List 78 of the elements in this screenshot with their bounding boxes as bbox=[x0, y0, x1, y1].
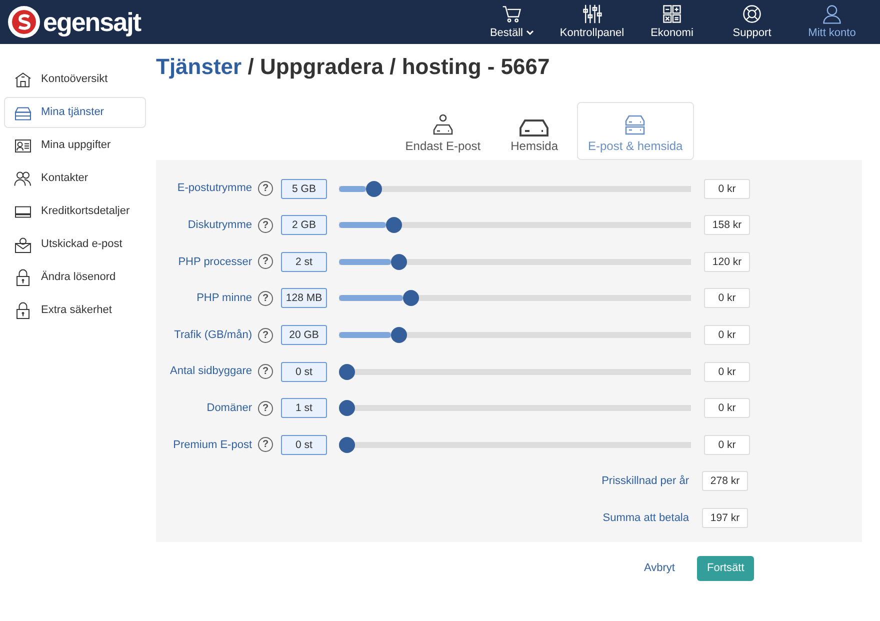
slider-thumb[interactable] bbox=[391, 327, 408, 344]
help-icon: ? bbox=[258, 400, 273, 416]
help-icon: ? bbox=[258, 254, 273, 270]
user-icon bbox=[821, 2, 843, 24]
field-label: Antal sidbyggare bbox=[169, 364, 252, 380]
value-box: 5 GB bbox=[281, 178, 327, 199]
total-label: Summa att betala bbox=[602, 510, 689, 526]
field-label: PHP minne bbox=[196, 291, 252, 306]
sidebar-item[interactable]: Kontakter bbox=[4, 163, 146, 194]
house-icon bbox=[14, 70, 32, 88]
sidebar-item[interactable]: Mina uppgifter bbox=[4, 130, 146, 161]
slider-thumb[interactable] bbox=[391, 254, 408, 270]
slider-thumb[interactable] bbox=[339, 436, 355, 453]
sidebar-item[interactable]: Utskickad e-post bbox=[4, 229, 146, 260]
logo-icon bbox=[8, 6, 40, 38]
breadcrumb-text: Uppgradera bbox=[260, 54, 384, 79]
price-box: 0 kr bbox=[704, 325, 750, 346]
value-box: 0 st bbox=[281, 434, 327, 455]
field-label: Premium E-post bbox=[172, 438, 252, 453]
total-box: 197 kr bbox=[702, 508, 748, 528]
nav-item[interactable]: Mitt konto bbox=[792, 0, 872, 44]
price-box: 120 kr bbox=[704, 252, 750, 272]
field-label: Diskutrymme bbox=[186, 218, 252, 234]
logo-text: egensajt bbox=[43, 9, 140, 35]
price-box: 0 kr bbox=[704, 178, 750, 199]
field-label: Trafik (GB/mån) bbox=[173, 328, 252, 343]
sidebar-item[interactable]: Mina tjänster bbox=[4, 97, 146, 128]
device-icon bbox=[519, 119, 550, 138]
value-box: 2 st bbox=[281, 252, 327, 272]
help-icon: ? bbox=[258, 218, 273, 233]
people-icon bbox=[14, 170, 32, 188]
help-icon: ? bbox=[258, 181, 273, 196]
help-icon: ? bbox=[258, 437, 273, 452]
nav-item[interactable]: Beställ bbox=[472, 0, 552, 44]
price-box: 158 kr bbox=[704, 215, 750, 236]
id-card-icon bbox=[14, 136, 32, 154]
slider-thumb[interactable] bbox=[339, 400, 355, 416]
nav-item[interactable]: Kontrollpanel bbox=[552, 0, 632, 44]
total-box: 278 kr bbox=[702, 471, 748, 492]
nav-item[interactable]: Support bbox=[712, 0, 792, 44]
slider-thumb[interactable] bbox=[339, 364, 355, 380]
sidebar-item[interactable]: Ändra lösenord bbox=[4, 262, 146, 293]
value-box: 128 MB bbox=[281, 288, 327, 308]
slider-thumb[interactable] bbox=[402, 290, 419, 306]
help-icon: ? bbox=[258, 364, 273, 380]
nav-item[interactable]: Ekonomi bbox=[632, 0, 712, 44]
total-label: Prisskillnad per år bbox=[600, 474, 689, 490]
price-box: 0 kr bbox=[704, 398, 750, 418]
breadcrumb-text: / bbox=[390, 54, 396, 79]
sidebar-item[interactable]: Extra säkerhet bbox=[4, 295, 146, 326]
slider-thumb[interactable] bbox=[386, 217, 402, 234]
sliders-icon bbox=[581, 2, 603, 24]
sidebar-item[interactable]: Kontoöversikt bbox=[4, 64, 146, 95]
price-box: 0 kr bbox=[704, 434, 750, 455]
breadcrumb-text: / bbox=[248, 54, 254, 79]
field-label: E-postutrymme bbox=[176, 181, 252, 196]
padlock-icon bbox=[14, 302, 32, 320]
help-icon: ? bbox=[258, 290, 273, 306]
help-icon: ? bbox=[258, 328, 273, 343]
value-box: 20 GB bbox=[281, 325, 327, 346]
slider-thumb[interactable] bbox=[366, 180, 382, 197]
price-box: 0 kr bbox=[704, 288, 750, 308]
price-box: 0 kr bbox=[704, 362, 750, 382]
padlock-icon bbox=[14, 268, 32, 286]
calculator-icon bbox=[661, 2, 683, 24]
value-box: 0 st bbox=[281, 362, 327, 382]
breadcrumb-link[interactable]: Tjänster bbox=[156, 54, 242, 79]
envelope-icon bbox=[14, 236, 32, 254]
plan-tab[interactable]: Hemsida bbox=[500, 102, 569, 160]
sidebar-item[interactable]: Kreditkortsdetaljer bbox=[4, 196, 146, 227]
plan-tab[interactable]: Endast E-post bbox=[394, 102, 492, 160]
cancel-link[interactable]: Avbryt bbox=[638, 559, 681, 578]
field-label: PHP processer bbox=[177, 254, 252, 270]
lifebuoy-icon bbox=[741, 2, 763, 24]
value-box: 2 GB bbox=[281, 215, 327, 236]
field-label: Domäner bbox=[206, 401, 252, 416]
breadcrumb-text: hosting - 5667 bbox=[402, 54, 550, 79]
value-box: 1 st bbox=[281, 398, 327, 418]
